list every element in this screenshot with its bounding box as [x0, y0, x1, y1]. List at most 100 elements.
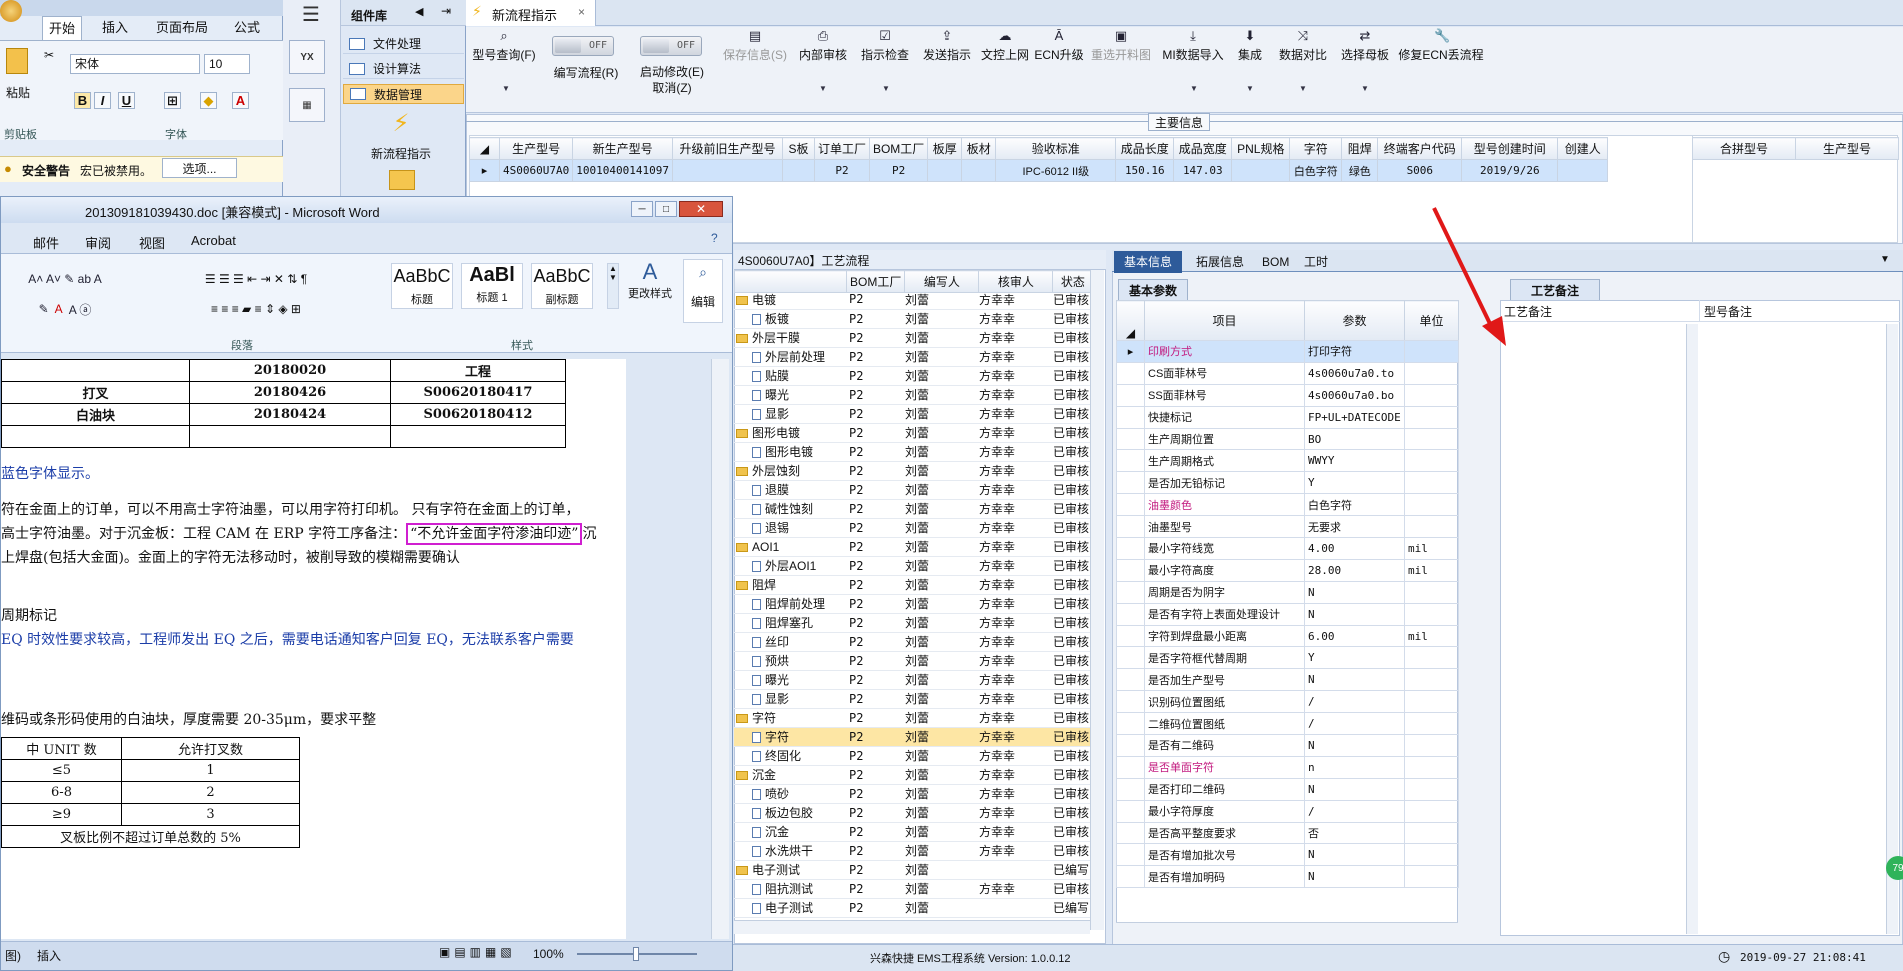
param-item-cell[interactable]: 是否字符框代替周期 — [1144, 646, 1305, 670]
table-cell[interactable] — [781, 159, 815, 182]
flow-status-cell[interactable]: 已审核 — [1050, 822, 1090, 842]
flow-step-cell[interactable]: 板镀 — [734, 309, 846, 329]
flow-reviewer-cell[interactable]: 方幸幸 — [976, 290, 1050, 310]
param-value-cell[interactable]: N — [1304, 602, 1405, 626]
param-unit-cell[interactable] — [1404, 865, 1459, 889]
param-value-cell[interactable]: / — [1304, 799, 1405, 823]
param-unit-cell[interactable] — [1404, 712, 1459, 736]
column-header[interactable]: 板厚 — [927, 137, 963, 160]
model-note-textarea[interactable] — [1702, 324, 1886, 928]
check-instruction-button[interactable]: ☑ 指示检查 — [858, 29, 912, 63]
flow-reviewer-cell[interactable]: 方幸幸 — [976, 366, 1050, 386]
flow-writer-cell[interactable]: 刘蕾 — [902, 613, 976, 633]
flow-scrollbar[interactable] — [1090, 270, 1104, 930]
param-value-cell[interactable]: n — [1304, 755, 1405, 779]
flow-status-cell[interactable]: 已审核 — [1050, 461, 1090, 481]
flow-status-cell[interactable]: 已审核 — [1050, 556, 1090, 576]
flow-bom-cell[interactable]: P2 — [846, 879, 902, 899]
param-row[interactable]: 快捷标记 FP+UL+DATECODE — [1116, 405, 1459, 429]
param-value-cell[interactable]: N — [1304, 580, 1405, 604]
flow-writer-cell[interactable]: 刘蕾 — [902, 423, 976, 443]
zoom-thumb[interactable] — [633, 947, 639, 961]
italic-button[interactable]: I — [94, 92, 111, 109]
flow-status-cell[interactable]: 已审核 — [1050, 765, 1090, 785]
table-cell[interactable]: 白色字符 — [1289, 159, 1343, 182]
column-header[interactable]: 板材 — [961, 137, 997, 160]
flow-status-cell[interactable]: 已审核 — [1050, 651, 1090, 671]
flow-row[interactable]: AOI1 P2 刘蕾 方幸幸 已审核 — [734, 537, 1090, 557]
flow-step-cell[interactable]: 显影 — [734, 404, 846, 424]
flow-bom-cell[interactable]: P2 — [846, 461, 902, 481]
flow-row[interactable]: 图形电镀 P2 刘蕾 方幸幸 已审核 — [734, 442, 1090, 462]
param-value-cell[interactable]: 4s0060u7a0.to — [1304, 361, 1405, 385]
flow-row[interactable]: 曝光 P2 刘蕾 方幸幸 已审核 — [734, 385, 1090, 405]
flow-status-cell[interactable]: 已审核 — [1050, 309, 1090, 329]
flow-step-cell[interactable]: 图形电镀 — [734, 423, 846, 443]
flow-step-cell[interactable]: 终固化 — [734, 746, 846, 766]
flow-step-cell[interactable]: 电子测试 — [734, 898, 846, 918]
flow-step-cell[interactable]: 曝光 — [734, 670, 846, 690]
note-scrollbar[interactable] — [1686, 324, 1698, 934]
flow-step-cell[interactable]: 阻抗测试 — [734, 879, 846, 899]
flow-reviewer-cell[interactable]: 方幸幸 — [976, 746, 1050, 766]
flow-reviewer-cell[interactable]: 方幸幸 — [976, 727, 1050, 747]
flow-bom-cell[interactable]: P2 — [846, 841, 902, 861]
column-header[interactable]: 型号创建时间 — [1461, 137, 1559, 160]
param-row[interactable]: 是否加生产型号 N — [1116, 668, 1459, 692]
param-item-cell[interactable]: 是否有二维码 — [1144, 734, 1305, 757]
flow-bom-cell[interactable]: P2 — [846, 708, 902, 728]
flow-writer-cell[interactable]: 刘蕾 — [902, 290, 976, 310]
column-header[interactable]: 阻焊 — [1341, 137, 1379, 160]
flow-step-cell[interactable]: 显影 — [734, 689, 846, 709]
flow-bom-cell[interactable]: P2 — [846, 385, 902, 405]
column-header[interactable]: 终端客户代码 — [1377, 137, 1463, 160]
param-unit-cell[interactable] — [1404, 755, 1459, 779]
table-cell[interactable] — [961, 159, 997, 182]
flow-step-cell[interactable]: AOI1 — [734, 537, 846, 557]
flow-row[interactable]: 图形电镀 P2 刘蕾 方幸幸 已审核 — [734, 423, 1090, 443]
flow-row[interactable]: 丝印 P2 刘蕾 方幸幸 已审核 — [734, 632, 1090, 652]
flow-bom-cell[interactable]: P2 — [846, 309, 902, 329]
param-unit-cell[interactable] — [1404, 493, 1459, 517]
flow-bom-cell[interactable]: P2 — [846, 290, 902, 310]
flow-bom-cell[interactable]: P2 — [846, 651, 902, 671]
column-header[interactable]: BOM工厂 — [868, 137, 929, 160]
param-row[interactable]: 二维码位置图纸 / — [1116, 712, 1459, 736]
flow-row[interactable]: 阻焊塞孔 P2 刘蕾 方幸幸 已审核 — [734, 613, 1090, 633]
flow-writer-cell[interactable]: 刘蕾 — [902, 841, 976, 861]
chevron-down-icon[interactable]: ▼ — [882, 84, 890, 93]
param-value-cell[interactable]: 白色字符 — [1304, 493, 1405, 517]
integrate-button[interactable]: ⬇ 集成 — [1230, 29, 1270, 63]
param-row[interactable]: 最小字符高度 28.00 mil — [1116, 558, 1459, 582]
flow-status-cell[interactable]: 已审核 — [1050, 670, 1090, 690]
param-unit-cell[interactable]: mil — [1404, 624, 1459, 648]
style-gallery-scroll[interactable]: ▲ ▼ — [607, 263, 619, 309]
flow-status-cell[interactable]: 已审核 — [1050, 518, 1090, 538]
model-note-scrollbar[interactable] — [1886, 324, 1898, 934]
flow-status-cell[interactable]: 已审核 — [1050, 575, 1090, 595]
param-row[interactable]: ▸ 印刷方式 打印字符 — [1116, 340, 1459, 363]
flow-reviewer-cell[interactable]: 方幸幸 — [976, 822, 1050, 842]
flow-status-cell[interactable]: 已审核 — [1050, 423, 1090, 443]
param-row[interactable]: 识别码位置图纸 / — [1116, 690, 1459, 714]
param-unit-cell[interactable] — [1404, 515, 1459, 539]
flow-reviewer-cell[interactable]: 方幸幸 — [976, 594, 1050, 614]
word-tab-view[interactable]: 视图 — [139, 233, 165, 252]
flow-bom-cell[interactable]: P2 — [846, 575, 902, 595]
flow-row[interactable]: 字符 P2 刘蕾 方幸幸 已审核 — [734, 727, 1090, 747]
word-tab-acrobat[interactable]: Acrobat — [191, 233, 236, 248]
flow-bom-cell[interactable]: P2 — [846, 499, 902, 519]
flow-status-cell[interactable]: 已审核 — [1050, 290, 1090, 310]
word-tab-mailings[interactable]: 邮件 — [33, 233, 59, 252]
param-value-cell[interactable]: 4.00 — [1304, 537, 1405, 560]
flow-step-cell[interactable]: 喷砂 — [734, 784, 846, 804]
flow-bom-cell[interactable]: P2 — [846, 442, 902, 462]
column-header[interactable]: 创建人 — [1557, 137, 1609, 160]
param-unit-cell[interactable] — [1404, 821, 1459, 845]
flow-bom-cell[interactable]: P2 — [846, 670, 902, 690]
table-cell[interactable]: 10010400141097 — [572, 159, 673, 182]
flow-step-cell[interactable]: 阻焊前处理 — [734, 594, 846, 614]
chevron-down-icon[interactable]: ▼ — [819, 84, 827, 93]
param-value-cell[interactable]: WWYY — [1304, 449, 1405, 473]
param-row[interactable]: 是否有字符上表面处理设计 N — [1116, 602, 1459, 626]
